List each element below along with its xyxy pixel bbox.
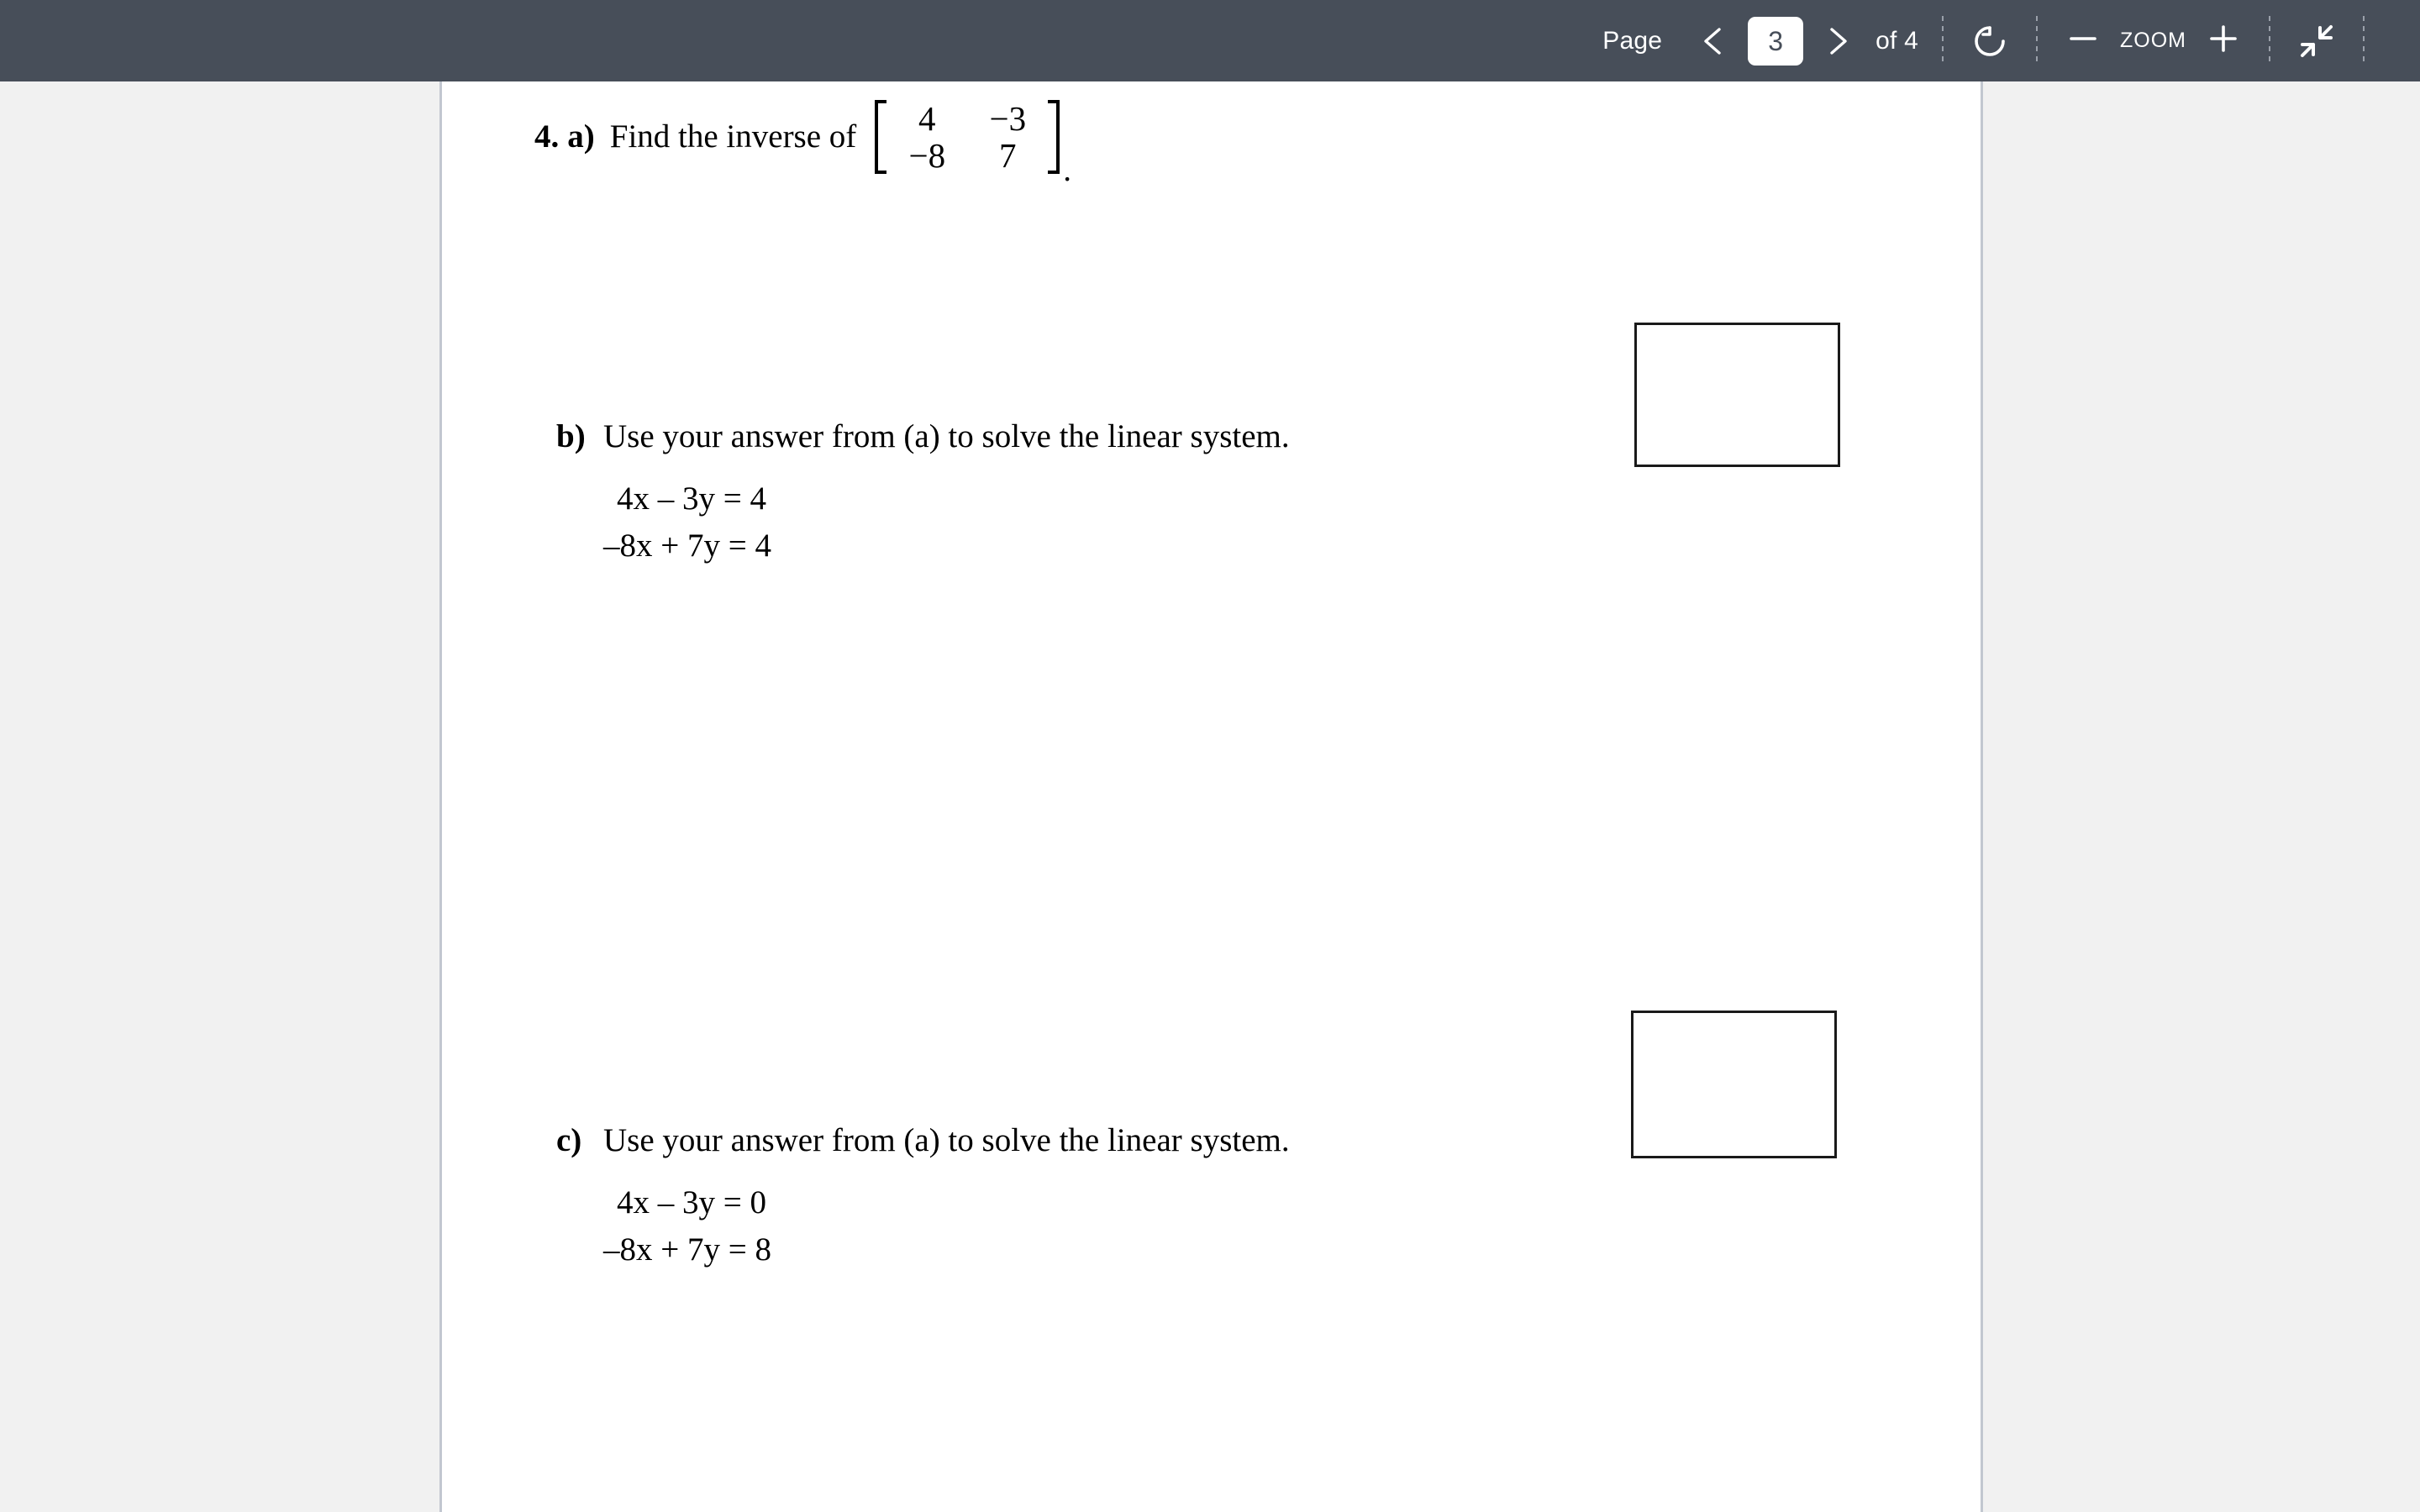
sentence-period: . — [1063, 152, 1072, 188]
exit-fullscreen-button[interactable] — [2294, 18, 2339, 64]
rotate-page-button[interactable] — [1967, 18, 2012, 64]
total-pages-label: of 4 — [1876, 26, 1918, 55]
part-b-letter: b) — [556, 418, 586, 454]
page-label: Page — [1602, 26, 1663, 55]
part-c-heading: c) Use your answer from (a) to solve the… — [556, 1121, 1290, 1159]
chevron-right-icon — [1817, 21, 1857, 61]
previous-page-button[interactable] — [1694, 21, 1734, 61]
toolbar-divider — [2363, 15, 2365, 66]
matrix-grid: 4 −3 −8 7 — [886, 100, 1048, 174]
matrix-expression: 4 −3 −8 7 . — [875, 100, 1071, 188]
minus-icon — [2061, 17, 2105, 65]
matrix-cell: 7 — [999, 136, 1017, 175]
matrix-left-bracket — [875, 100, 887, 174]
matrix-cell: −8 — [908, 136, 946, 175]
part-c: c) Use your answer from (a) to solve the… — [556, 1121, 1290, 1273]
answer-box-b[interactable] — [1631, 1011, 1837, 1158]
equation-line: –8x + 7y = 8 — [603, 1231, 771, 1268]
page-navigation-group: Page 3 of 4 — [1602, 0, 1918, 81]
equation-line: –8x + 7y = 4 — [603, 528, 771, 564]
part-c-letter: c) — [556, 1122, 582, 1158]
equation-line: 4x – 3y = 0 — [617, 1184, 766, 1221]
chevron-left-icon — [1694, 21, 1734, 61]
zoom-in-button[interactable] — [2202, 19, 2245, 63]
matrix-cell: 4 — [918, 99, 936, 138]
part-b-text: Use your answer from (a) to solve the li… — [603, 418, 1290, 454]
zoom-out-button[interactable] — [2061, 19, 2105, 63]
pdf-toolbar: Page 3 of 4 ZOOM — [0, 0, 2420, 81]
toolbar-divider — [2269, 15, 2270, 66]
question-4-heading: 4. a) Find the inverse of 4 −3 −8 7 . — [534, 100, 1071, 189]
rotate-icon — [1967, 18, 2012, 64]
document-scroll-area[interactable]: 4. a) Find the inverse of 4 −3 −8 7 . b)… — [0, 81, 2420, 1512]
pdf-viewer-app: Page 3 of 4 ZOOM 4. a) Find the inverse … — [0, 0, 2420, 1512]
collapse-icon — [2294, 18, 2339, 64]
part-a-letter: a) — [567, 118, 595, 155]
plus-icon — [2202, 17, 2245, 65]
part-b-heading: b) Use your answer from (a) to solve the… — [556, 417, 1290, 455]
part-c-text: Use your answer from (a) to solve the li… — [603, 1122, 1290, 1158]
part-b: b) Use your answer from (a) to solve the… — [556, 417, 1290, 570]
zoom-label: ZOOM — [2120, 29, 2186, 52]
part-c-equations: 4x – 3y = 0 –8x + 7y = 8 — [603, 1179, 1290, 1273]
part-a-text: Find the inverse of — [609, 118, 857, 155]
pdf-page: 4. a) Find the inverse of 4 −3 −8 7 . b)… — [439, 81, 1983, 1512]
question-number: 4. — [534, 118, 560, 155]
matrix-cell: −3 — [989, 99, 1027, 138]
toolbar-divider — [1942, 15, 1944, 66]
next-page-button[interactable] — [1817, 21, 1857, 61]
answer-box-a[interactable] — [1634, 323, 1840, 467]
matrix-right-bracket — [1048, 100, 1060, 174]
zoom-controls-group: ZOOM — [2061, 0, 2245, 81]
page-number-input[interactable]: 3 — [1748, 16, 1804, 66]
part-b-equations: 4x – 3y = 4 –8x + 7y = 4 — [603, 475, 1290, 570]
toolbar-divider — [2036, 15, 2038, 66]
equation-line: 4x – 3y = 4 — [617, 480, 766, 517]
